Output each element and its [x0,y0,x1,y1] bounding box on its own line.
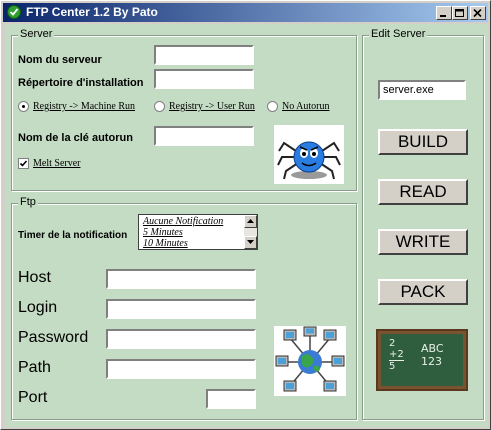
math-line: 5 [389,361,396,372]
install-dir-label: Répertoire d'installation [18,77,144,89]
ftp-group: Ftp Timer de la notification Aucune Noti… [11,196,357,420]
timer-option[interactable]: 10 Minutes [139,238,257,249]
login-label: Login [18,299,58,316]
server-name-label: Nom du serveur [18,54,102,66]
minimize-button[interactable] [436,6,452,20]
radio-no-autorun[interactable]: No Autorun [267,101,330,112]
radio-dot [267,101,278,112]
close-button[interactable] [470,6,486,20]
abc-line: 123 [421,355,442,368]
scroll-down-icon[interactable] [244,236,257,249]
melt-server-checkbox[interactable]: Melt Server [18,158,81,169]
timer-scrollbar[interactable] [244,215,257,249]
login-field[interactable] [106,299,256,319]
network-icon [274,326,346,396]
radio-no-autorun-label: No Autorun [282,101,330,112]
title-bar[interactable]: FTP Center 1.2 By Pato [3,3,488,22]
client-area: Server Nom du serveur Répertoire d'insta… [5,24,488,427]
timer-option[interactable]: 5 Minutes [139,227,257,238]
scroll-up-icon[interactable] [244,215,257,228]
app-window: FTP Center 1.2 By Pato Server Nom du ser… [0,0,491,430]
chalkboard-surface: 2 +2 5 ABC 123 [381,334,463,386]
radio-user-run[interactable]: Registry -> User Run [154,101,255,112]
host-label: Host [18,269,51,286]
check-icon [7,5,21,19]
pack-button[interactable]: PACK [378,279,468,305]
read-button[interactable]: READ [378,179,468,205]
radio-machine-run[interactable]: Registry -> Machine Run [18,101,135,112]
math-line: +2 [389,349,404,361]
abc-line: ABC [421,342,444,355]
edit-server-group-label: Edit Server [369,28,428,40]
math-line: 2 [389,338,396,349]
port-label: Port [18,389,48,406]
spider-icon [274,125,344,184]
timer-label: Timer de la notification [18,230,128,241]
write-button[interactable]: WRITE [378,229,468,255]
timer-option[interactable]: Aucune Notification [139,215,257,227]
server-name-field[interactable] [154,45,254,65]
host-field[interactable] [106,269,256,289]
radio-user-run-label: Registry -> User Run [169,101,255,112]
path-label: Path [18,359,51,376]
server-group-label: Server [18,28,55,40]
radio-machine-run-label: Registry -> Machine Run [33,101,136,112]
checkbox-box [18,158,29,169]
autorun-key-label: Nom de la clé autorun [18,132,133,144]
edit-server-group: Edit Server server.exe BUILD READ WRITE … [362,28,484,420]
ftp-group-label: Ftp [18,196,38,208]
timer-listbox[interactable]: Aucune Notification 5 Minutes 10 Minutes [138,214,258,250]
chalkboard-icon: 2 +2 5 ABC 123 [376,329,468,391]
port-field[interactable] [206,389,256,409]
server-file-field[interactable]: server.exe [378,80,466,100]
build-button[interactable]: BUILD [378,129,468,155]
autorun-key-field[interactable] [154,126,254,146]
password-field[interactable] [106,329,256,349]
window-title: FTP Center 1.2 By Pato [26,5,158,19]
maximize-button[interactable] [452,6,468,20]
install-dir-field[interactable] [154,69,254,89]
password-label: Password [18,329,89,346]
radio-dot-selected [18,101,29,112]
melt-server-label: Melt Server [33,158,81,169]
radio-dot [154,101,165,112]
path-field[interactable] [106,359,256,379]
server-group: Server Nom du serveur Répertoire d'insta… [11,28,357,191]
